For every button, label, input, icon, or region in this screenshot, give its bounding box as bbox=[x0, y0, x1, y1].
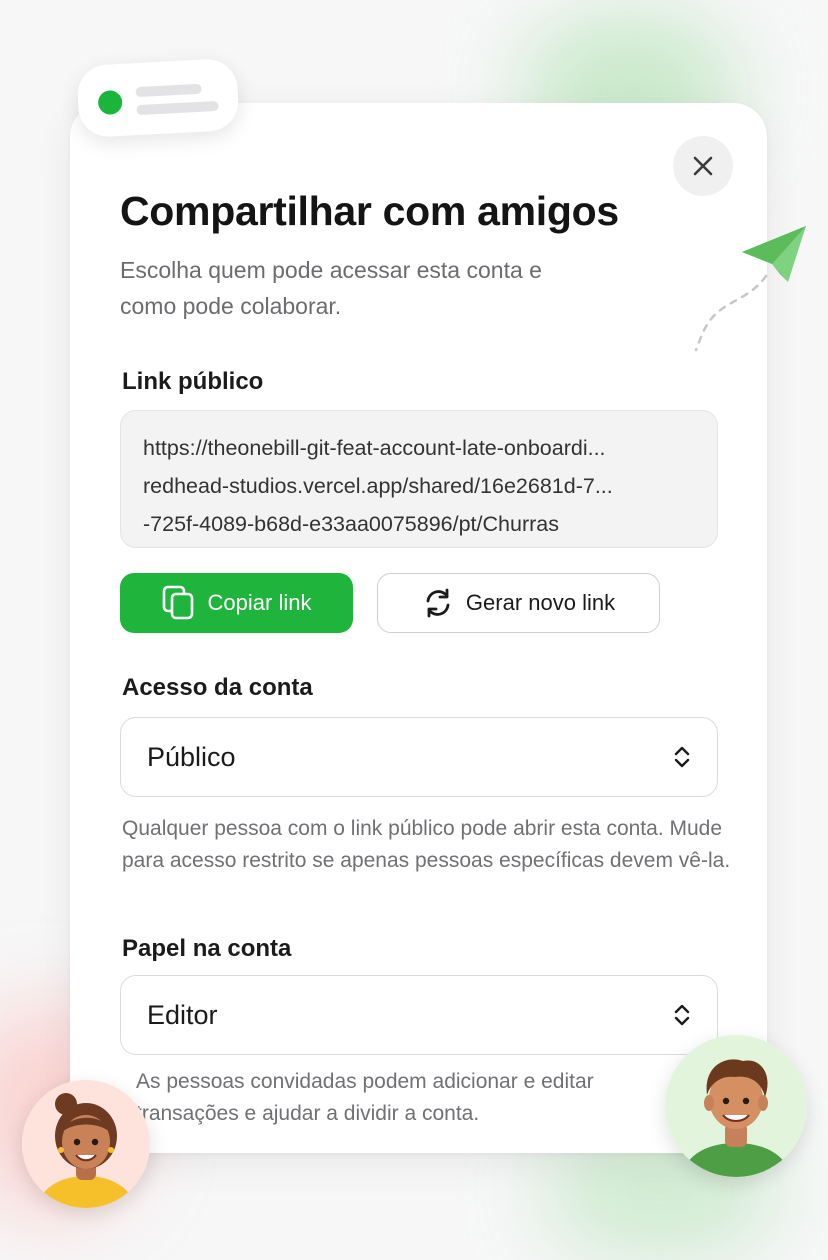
chevron-up-down-icon bbox=[674, 746, 690, 768]
paper-plane-icon bbox=[694, 226, 806, 352]
dialog-subtitle: Escolha quem pode acessar esta conta e c… bbox=[120, 257, 542, 319]
public-link-field[interactable]: https://theonebill-git-feat-account-late… bbox=[120, 410, 718, 548]
avatar-woman bbox=[22, 1080, 150, 1208]
copy-link-button[interactable]: Copiar link bbox=[120, 573, 353, 633]
placeholder-line bbox=[136, 100, 219, 116]
dialog-title: Compartilhar com amigos bbox=[120, 188, 619, 234]
link-text-line: https://theonebill-git-feat-account-late… bbox=[143, 436, 606, 460]
status-dot bbox=[97, 89, 123, 116]
link-text-line: -725f-4089-b68d-e33aa0075896/pt/Churras bbox=[143, 512, 559, 536]
regenerate-link-label: Gerar novo link bbox=[465, 590, 616, 615]
account-role-label: Papel na conta bbox=[122, 935, 292, 962]
avatar-man bbox=[665, 1035, 807, 1177]
copy-icon bbox=[162, 585, 193, 620]
account-role-select[interactable]: Editor bbox=[120, 975, 718, 1055]
account-role-helper: As pessoas convidadas podem adicionar e … bbox=[136, 1070, 594, 1125]
account-access-label: Acesso da conta bbox=[122, 674, 313, 701]
copy-link-label: Copiar link bbox=[207, 590, 312, 615]
account-access-select[interactable]: Público bbox=[120, 717, 718, 797]
chevron-up-down-icon bbox=[674, 1004, 690, 1026]
close-button[interactable] bbox=[673, 136, 733, 196]
account-access-value: Público bbox=[147, 741, 236, 772]
refresh-icon bbox=[426, 588, 450, 618]
account-role-value: Editor bbox=[147, 999, 218, 1030]
public-link-label: Link público bbox=[122, 368, 264, 395]
close-icon bbox=[693, 156, 713, 176]
account-access-helper: Qualquer pessoa com o link público pode … bbox=[122, 817, 731, 872]
placeholder-line bbox=[135, 83, 202, 98]
regenerate-link-button[interactable]: Gerar novo link bbox=[377, 573, 660, 633]
link-text-line: redhead-studios.vercel.app/shared/16e268… bbox=[143, 474, 613, 498]
decorative-pill bbox=[76, 57, 240, 139]
